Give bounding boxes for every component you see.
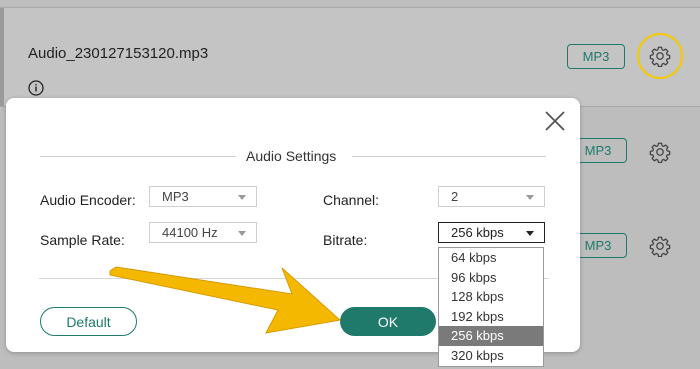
section-divider (352, 156, 546, 157)
info-icon[interactable] (28, 80, 44, 96)
bitrate-value: 256 kbps (451, 225, 504, 240)
file-name: Audio_230127153120.mp3 (28, 45, 209, 62)
bitrate-select[interactable]: 256 kbps (438, 222, 545, 243)
bitrate-option-128[interactable]: 128 kbps (439, 287, 543, 307)
section-divider (40, 156, 236, 157)
dialog-title: Audio Settings (246, 148, 337, 164)
highlight-ring (637, 33, 683, 79)
gear-icon[interactable] (649, 235, 671, 257)
close-icon[interactable] (543, 109, 567, 133)
chevron-down-icon (238, 231, 246, 236)
audio-encoder-value: MP3 (162, 189, 189, 204)
audio-encoder-label: Audio Encoder: (40, 192, 136, 208)
sample-rate-select[interactable]: 44100 Hz (149, 222, 257, 243)
audio-encoder-select[interactable]: MP3 (149, 186, 257, 207)
bitrate-option-320[interactable]: 320 kbps (439, 346, 543, 366)
bitrate-option-96[interactable]: 96 kbps (439, 268, 543, 288)
bitrate-option-256[interactable]: 256 kbps (439, 326, 543, 346)
chevron-down-icon (526, 231, 534, 236)
row-edge (0, 8, 4, 106)
format-button[interactable]: MP3 (567, 44, 625, 69)
chevron-down-icon (238, 195, 246, 200)
bitrate-option-192[interactable]: 192 kbps (439, 307, 543, 327)
bitrate-option-64[interactable]: 64 kbps (439, 248, 543, 268)
bitrate-label: Bitrate: (323, 232, 368, 248)
channel-select[interactable]: 2 (438, 186, 545, 207)
ok-button[interactable]: OK (340, 307, 436, 336)
chevron-down-icon (526, 195, 534, 200)
gear-icon[interactable] (649, 141, 671, 163)
default-button[interactable]: Default (40, 307, 137, 336)
bitrate-dropdown-list: 64 kbps 96 kbps 128 kbps 192 kbps 256 kb… (438, 247, 544, 367)
sample-rate-label: Sample Rate: (40, 232, 125, 248)
channel-value: 2 (451, 189, 459, 204)
sample-rate-value: 44100 Hz (162, 225, 218, 240)
channel-label: Channel: (323, 192, 380, 208)
